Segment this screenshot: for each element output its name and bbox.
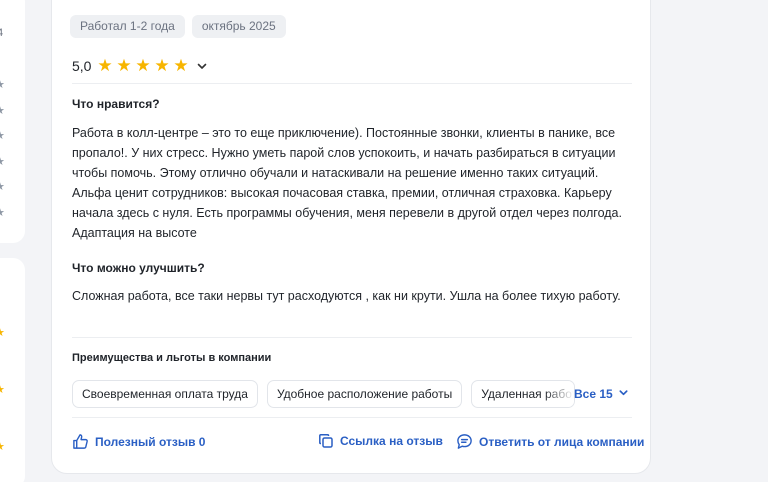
star-icon: ★ (0, 182, 5, 193)
benefits-heading: Преимущества и льготы в компании (72, 352, 272, 364)
benefit-chip[interactable]: Удобное расположение работы (266, 380, 463, 408)
improve-heading: Что можно улучшить? (72, 261, 205, 275)
chevron-down-icon[interactable] (196, 60, 208, 72)
star-icon: ★ (0, 80, 5, 91)
star-icon: ★ (0, 157, 5, 168)
divider (72, 337, 632, 338)
rating-value: 5,0 (72, 58, 92, 74)
review-tags: Работал 1-2 года октябрь 2025 (70, 15, 286, 38)
benefit-chip[interactable]: Удаленная работа (471, 380, 576, 408)
likes-text: Работа в колл-центре – это то еще приклю… (72, 126, 622, 240)
sidebar-number: 4 (0, 27, 4, 39)
helpful-label: Полезный отзыв 0 (95, 434, 206, 449)
helpful-button[interactable]: Полезный отзыв 0 (72, 433, 205, 450)
reply-button[interactable]: Ответить от лица компании (456, 433, 644, 450)
star-icon: ★ (0, 442, 5, 453)
benefits-list: Своевременная оплата труда Удобное распо… (72, 380, 576, 408)
star-icon: ★ (0, 208, 5, 219)
improve-text: Сложная работа, все таки нервы тут расхо… (72, 289, 621, 303)
tag-experience: Работал 1-2 года (70, 15, 185, 38)
star-icon: ★ (173, 56, 189, 75)
copy-link-button[interactable]: Ссылка на отзыв (318, 433, 443, 449)
divider (72, 417, 632, 418)
star-icon: ★ (135, 56, 151, 75)
star-icon: ★ (97, 56, 113, 75)
chevron-down-icon (618, 387, 629, 401)
benefits-more-button[interactable]: Все 15 (574, 387, 629, 401)
star-icon: ★ (0, 385, 5, 396)
star-icon: ★ (0, 106, 5, 117)
reply-chat-icon (456, 433, 473, 450)
rating-row[interactable]: 5,0 ★ ★ ★ ★ ★ (72, 56, 208, 76)
thumbs-up-icon (72, 433, 89, 450)
star-icon: ★ (116, 56, 132, 75)
divider (72, 83, 632, 84)
copy-link-label: Ссылка на отзыв (340, 434, 443, 448)
star-icon: ★ (0, 328, 5, 339)
star-icon: ★ (154, 56, 170, 75)
star-icon: ★ (0, 131, 5, 142)
benefit-chip[interactable]: Своевременная оплата труда (72, 380, 258, 408)
tag-date: октябрь 2025 (191, 15, 286, 38)
likes-heading: Что нравится? (72, 97, 160, 111)
benefits-more-label: Все 15 (574, 387, 613, 401)
copy-link-icon (318, 433, 334, 449)
reply-label: Ответить от лица компании (479, 434, 645, 449)
